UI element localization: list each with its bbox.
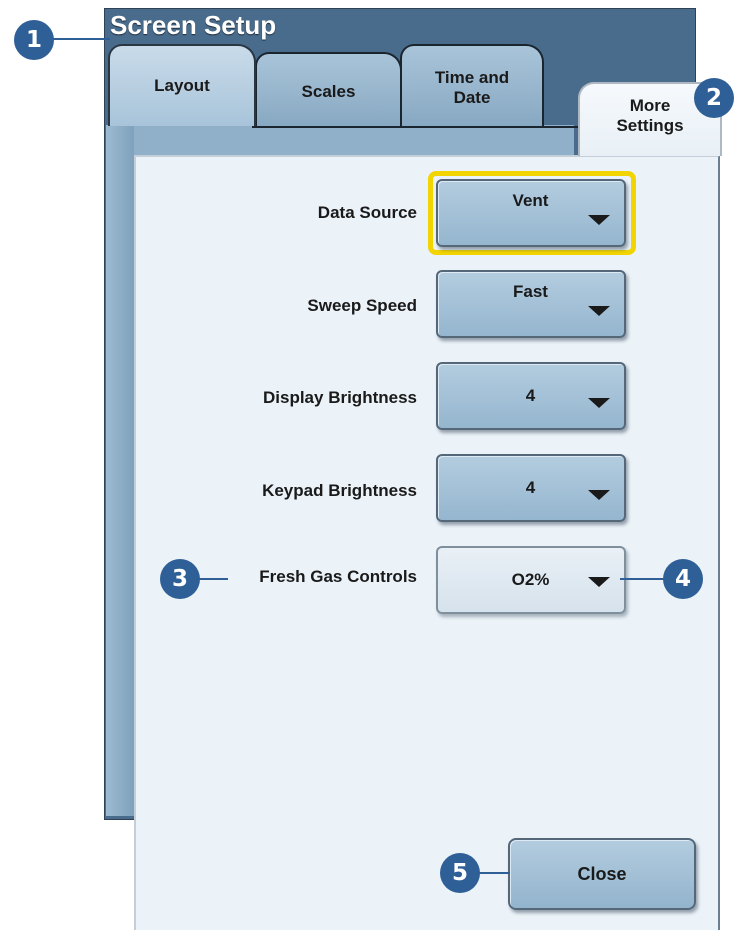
triangle-down-icon	[588, 577, 610, 587]
callout-badge: 3	[160, 559, 200, 599]
keypad-brightness-dropdown[interactable]: 4	[436, 454, 626, 522]
tab-label: More Settings	[616, 96, 684, 135]
data-source-label: Data Source	[317, 203, 417, 222]
tab-time-and-date[interactable]: Time and Date	[400, 44, 544, 128]
triangle-down-icon	[588, 306, 610, 316]
callout-line	[198, 578, 228, 580]
callout-badge: 1	[14, 20, 54, 60]
more-settings-panel	[134, 155, 720, 930]
tab-baseline	[252, 126, 580, 128]
dropdown-value: Fast	[513, 282, 548, 301]
layout-tab-page-edge	[106, 125, 134, 816]
dropdown-value: 4	[525, 478, 536, 497]
fresh-gas-controls-label: Fresh Gas Controls	[259, 567, 417, 586]
tab-label: Layout	[154, 76, 210, 95]
keypad-brightness-label: Keypad Brightness	[262, 481, 417, 500]
triangle-down-icon	[588, 490, 610, 500]
sweep-speed-dropdown[interactable]: Fast	[436, 270, 626, 338]
sweep-speed-label: Sweep Speed	[307, 296, 417, 315]
tab-layout[interactable]: Layout	[108, 44, 256, 126]
callout-badge: 5	[440, 853, 480, 893]
triangle-down-icon	[588, 398, 610, 408]
dropdown-value: Vent	[512, 191, 549, 210]
tab-label: Time and Date	[434, 68, 510, 107]
tab-scales[interactable]: Scales	[255, 52, 402, 128]
callout-badge: 2	[694, 78, 734, 118]
dropdown-value: 4	[525, 386, 536, 405]
callout-line	[620, 578, 666, 580]
triangle-down-icon	[588, 215, 610, 225]
fresh-gas-controls-dropdown[interactable]: O2%	[436, 546, 626, 614]
close-button[interactable]: Close	[508, 838, 696, 910]
tab-label: Scales	[301, 82, 356, 101]
display-brightness-label: Display Brightness	[263, 388, 417, 407]
window-title: Screen Setup	[110, 10, 277, 40]
callout-line	[52, 38, 110, 40]
callout-badge: 4	[663, 559, 703, 599]
data-source-dropdown[interactable]: Vent	[436, 179, 626, 247]
callout-line	[478, 872, 510, 874]
display-brightness-dropdown[interactable]: 4	[436, 362, 626, 430]
